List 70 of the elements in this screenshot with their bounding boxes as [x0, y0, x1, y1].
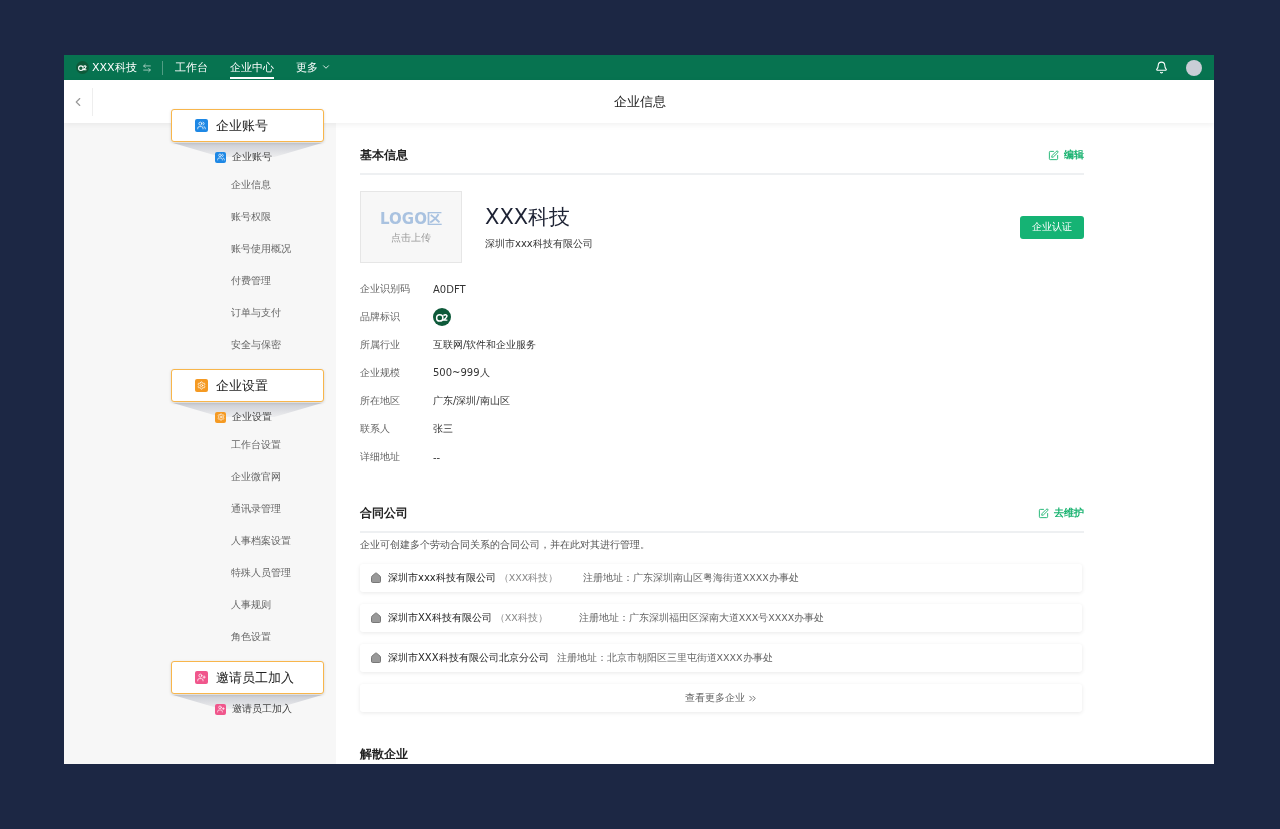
nav-tab[interactable]: 企业中心	[229, 56, 274, 79]
callout-label: 邀请员工加入	[171, 661, 324, 694]
sidebar-item[interactable]: 账号权限	[64, 201, 336, 233]
company-address: 注册地址：广东深圳福田区深南大道XXX号XXXX办事处	[578, 611, 825, 625]
edit-icon	[1038, 507, 1049, 519]
sidebar-item[interactable]: 通讯录管理	[64, 493, 336, 525]
company-address: 注册地址：北京市朝阳区三里屯街道XXXX办事处	[556, 651, 773, 665]
field-label: 企业规模	[360, 366, 401, 380]
section-description: 企业可创建多个劳动合同关系的合同公司，并在此对其进行管理。	[360, 539, 651, 552]
company-name: XXX科技	[92, 60, 137, 75]
company-name: 深圳市XX科技有限公司	[388, 611, 492, 625]
house-icon	[370, 572, 382, 584]
field-value: --	[433, 451, 441, 463]
company-name: 深圳市xxx科技有限公司	[388, 571, 496, 585]
company-card[interactable]: 深圳市xxx科技有限公司 （XXX科技） 注册地址：广东深圳南山区粤海街道XXXX办事处	[360, 564, 1082, 592]
brand-logo-icon	[433, 308, 451, 326]
sidebar-item[interactable]: 人事档案设置	[64, 525, 336, 557]
field-value: 张三	[433, 422, 453, 436]
company-name: 深圳市XXX科技有限公司北京分公司	[388, 651, 549, 665]
sidebar-item[interactable]: 人事规则	[64, 589, 336, 621]
field-label: 企业识别码	[360, 282, 411, 296]
sidebar-item[interactable]: 账号使用概况	[64, 233, 336, 265]
group-icon	[215, 703, 226, 715]
field-value: 广东/深圳/南山区	[433, 394, 510, 408]
section-title: 基本信息	[360, 146, 408, 164]
company-full-name: 深圳市xxx科技有限公司	[485, 237, 594, 251]
field-label: 所属行业	[360, 338, 401, 352]
avatar[interactable]	[1186, 59, 1202, 76]
field-value: 500~999人	[433, 366, 490, 380]
page-title: 企业信息	[612, 92, 667, 111]
sidebar-item[interactable]: 特殊人员管理	[64, 557, 336, 589]
house-icon	[370, 612, 382, 624]
company-card[interactable]: 深圳市XXX科技有限公司北京分公司 注册地址：北京市朝阳区三里屯街道XXXX办事处	[360, 644, 1082, 672]
section-title: 解散企业	[360, 745, 408, 763]
group-heading: 企业账号	[232, 150, 272, 164]
section-title: 合同公司	[360, 504, 408, 522]
edit-icon	[1048, 149, 1059, 161]
field-label: 所在地区	[360, 394, 401, 408]
sidebar-item[interactable]: 工作台设置	[64, 429, 336, 461]
nav-tab[interactable]: 工作台	[174, 56, 208, 79]
group-heading: 企业设置	[232, 410, 272, 424]
sidebar-item[interactable]: 企业信息	[64, 169, 336, 201]
house-icon	[370, 652, 382, 664]
nav-tab[interactable]: 更多	[295, 56, 331, 79]
upload-hint: 点击上传	[391, 230, 431, 245]
company-short-name: （XX科技）	[494, 611, 549, 625]
callout-label: 企业账号	[171, 109, 324, 142]
sidebar-item[interactable]: 安全与保密	[64, 329, 336, 361]
field-label: 详细地址	[360, 450, 401, 464]
sidebar-item[interactable]: 企业微官网	[64, 461, 336, 493]
sidebar-item[interactable]: 角色设置	[64, 621, 336, 653]
sidebar-item[interactable]: 付费管理	[64, 265, 336, 297]
sidebar-item[interactable]: 订单与支付	[64, 297, 336, 329]
group-heading: 邀请员工加入	[232, 702, 292, 716]
view-more-button[interactable]: 查看更多企业	[360, 684, 1082, 712]
brand-logo-icon	[76, 61, 89, 74]
callout-label: 企业设置	[171, 369, 324, 402]
bell-icon[interactable]	[1155, 61, 1168, 74]
field-value: A0DFT	[433, 283, 466, 295]
field-label: 品牌标识	[360, 310, 401, 324]
company-card[interactable]: 深圳市XX科技有限公司 （XX科技） 注册地址：广东深圳福田区深南大道XXX号XXXX办事处	[360, 604, 1082, 632]
company-address: 注册地址：广东深圳南山区粤海街道XXXX办事处	[582, 571, 799, 585]
switch-icon[interactable]	[141, 62, 152, 73]
company-short-name: （XXX科技）	[498, 571, 560, 585]
group-icon	[215, 151, 226, 163]
logo-placeholder-text: LOGO区	[380, 209, 442, 229]
field-value: 互联网/软件和企业服务	[433, 338, 537, 352]
company-title: XXX科技	[485, 204, 572, 231]
field-label: 联系人	[360, 422, 391, 436]
group-icon	[215, 411, 226, 423]
